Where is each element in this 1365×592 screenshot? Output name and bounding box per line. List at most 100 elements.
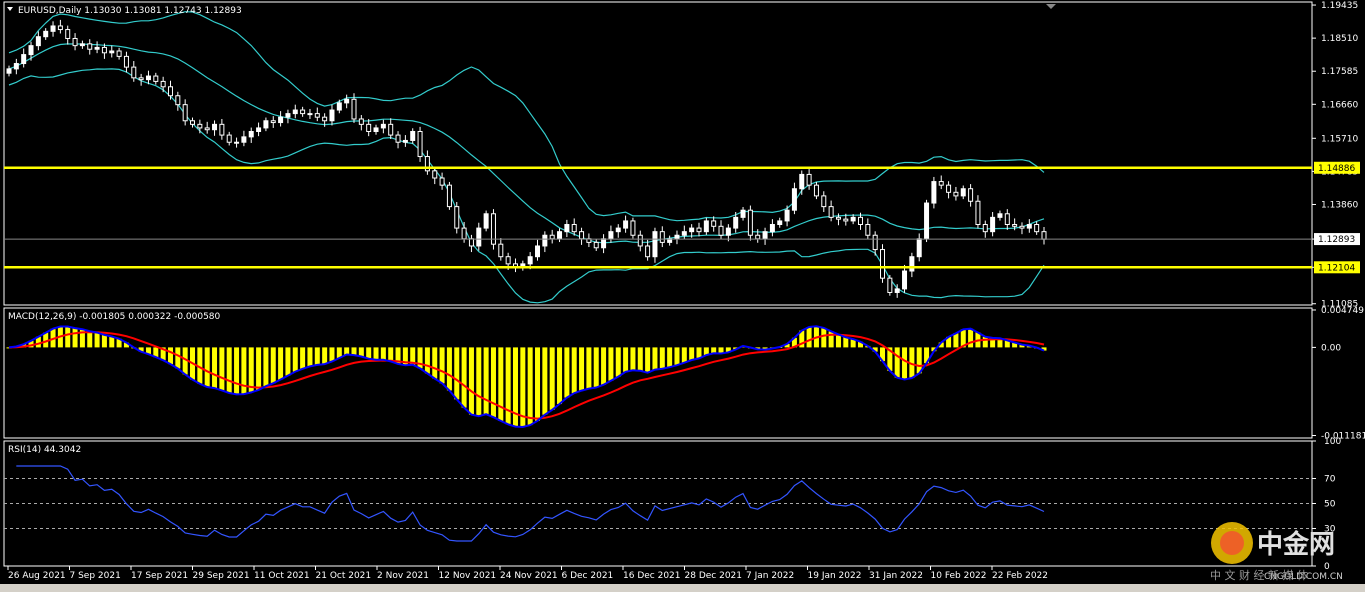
candle-body bbox=[410, 130, 416, 141]
macd-histogram-bar bbox=[953, 333, 959, 348]
candle-body bbox=[527, 256, 533, 265]
price-tick-label: 1.17585 bbox=[1321, 67, 1358, 77]
candle-body bbox=[769, 224, 775, 233]
candle-body bbox=[160, 80, 166, 88]
candle-body bbox=[535, 245, 541, 258]
candle-body bbox=[131, 66, 137, 79]
macd-histogram-bar bbox=[637, 347, 643, 371]
candle-body bbox=[791, 188, 797, 211]
candle-body bbox=[975, 200, 981, 226]
macd-main-line bbox=[8, 325, 1045, 429]
macd-histogram-bar bbox=[248, 347, 254, 393]
candle-body bbox=[931, 181, 937, 204]
macd-signal-line bbox=[8, 331, 1045, 420]
time-tick-label: 16 Dec 2021 bbox=[623, 571, 681, 581]
macd-histogram-bar bbox=[806, 327, 812, 348]
candle-body bbox=[894, 288, 900, 293]
candle-body bbox=[439, 177, 445, 186]
candle-body bbox=[689, 227, 695, 233]
level-price-label: 1.14886 bbox=[1318, 164, 1355, 174]
candle-body bbox=[681, 231, 687, 236]
candle-body bbox=[1004, 213, 1010, 226]
candle-body bbox=[13, 63, 19, 70]
candle-body bbox=[138, 77, 144, 81]
macd-histogram-bar bbox=[630, 347, 636, 371]
time-tick-label: 10 Feb 2022 bbox=[931, 571, 987, 581]
candle-body bbox=[1041, 231, 1047, 240]
macd-tick-label: 0.004749 bbox=[1321, 306, 1364, 316]
scroll-marker-icon[interactable] bbox=[1046, 4, 1056, 9]
candle-body bbox=[1012, 224, 1018, 227]
candle-body bbox=[322, 116, 328, 122]
candle-body bbox=[35, 36, 41, 47]
candle-body bbox=[725, 227, 731, 236]
candle-body bbox=[615, 227, 621, 233]
rsi-header: RSI(14) 44.3042 bbox=[8, 445, 81, 455]
candle-body bbox=[498, 243, 504, 258]
candle-body bbox=[28, 45, 34, 56]
time-tick-label: 28 Dec 2021 bbox=[685, 571, 743, 581]
candle-body bbox=[843, 218, 849, 222]
candle-body bbox=[116, 50, 122, 57]
macd-histogram-bar bbox=[667, 347, 673, 368]
macd-histogram-bar bbox=[432, 347, 438, 379]
rsi-tick-label: 50 bbox=[1324, 500, 1336, 510]
candle-body bbox=[219, 123, 225, 136]
candle-body bbox=[557, 231, 563, 240]
forex-chart: 1.194351.185101.175851.166601.157101.147… bbox=[0, 1, 1365, 592]
candle-body bbox=[799, 173, 805, 190]
header-triangle-icon[interactable] bbox=[7, 7, 13, 11]
candle-body bbox=[880, 249, 886, 279]
candle-body bbox=[454, 206, 460, 229]
time-tick-label: 11 Oct 2021 bbox=[254, 571, 310, 581]
candle-body bbox=[821, 195, 827, 208]
macd-histogram-bar bbox=[219, 347, 225, 391]
candle-body bbox=[145, 75, 151, 81]
time-tick-label: 21 Oct 2021 bbox=[316, 571, 372, 581]
candle-body bbox=[953, 191, 959, 197]
macd-histogram-bar bbox=[505, 347, 511, 425]
candle-body bbox=[674, 234, 680, 240]
candle-body bbox=[446, 184, 452, 208]
macd-histogram-bar bbox=[564, 347, 570, 398]
macd-histogram-bar bbox=[601, 347, 607, 385]
rsi-panel: 1007050300 bbox=[4, 437, 1341, 572]
macd-histogram-bar bbox=[579, 347, 585, 391]
price-candles bbox=[6, 19, 1047, 298]
symbol-header: EURUSD,Daily 1.13030 1.13081 1.12743 1.1… bbox=[18, 6, 242, 16]
macd-histogram-bar bbox=[586, 347, 592, 389]
rsi-tick-label: 0 bbox=[1324, 562, 1330, 572]
candle-body bbox=[197, 123, 203, 129]
time-tick-label: 22 Feb 2022 bbox=[992, 571, 1048, 581]
candle-body bbox=[777, 220, 783, 226]
macd-histogram-bar bbox=[212, 347, 218, 389]
macd-histogram-bar bbox=[439, 347, 445, 384]
candle-body bbox=[1026, 224, 1032, 229]
macd-histogram-bar bbox=[285, 347, 291, 376]
macd-histogram-bar bbox=[226, 347, 232, 393]
candle-body bbox=[968, 188, 974, 202]
time-tick-label: 6 Dec 2021 bbox=[562, 571, 614, 581]
price-tick-label: 1.16660 bbox=[1321, 100, 1358, 110]
candle-body bbox=[153, 75, 159, 82]
candle-body bbox=[182, 104, 188, 122]
candle-body bbox=[241, 136, 247, 143]
price-tick-label: 1.19435 bbox=[1321, 1, 1358, 11]
time-tick-label: 7 Jan 2022 bbox=[746, 571, 794, 581]
candle-body bbox=[762, 231, 768, 240]
macd-histogram-bar bbox=[645, 347, 651, 373]
candle-body bbox=[542, 234, 548, 247]
candle-body bbox=[167, 86, 173, 97]
candle-body bbox=[806, 173, 812, 186]
candle-body bbox=[630, 220, 636, 236]
panel-frame bbox=[3, 1, 1313, 306]
candle-body bbox=[608, 231, 614, 240]
candle-body bbox=[909, 256, 915, 272]
time-tick-label: 29 Sep 2021 bbox=[193, 571, 250, 581]
watermark-brand: 中金网 bbox=[1257, 529, 1335, 560]
level-lines[interactable]: 1.14886 1.12104 1.12893 bbox=[4, 161, 1360, 274]
macd-histogram-bar bbox=[358, 347, 364, 357]
time-tick-label: 17 Sep 2021 bbox=[131, 571, 188, 581]
candle-body bbox=[204, 127, 210, 131]
macd-histogram-bar bbox=[256, 347, 262, 390]
